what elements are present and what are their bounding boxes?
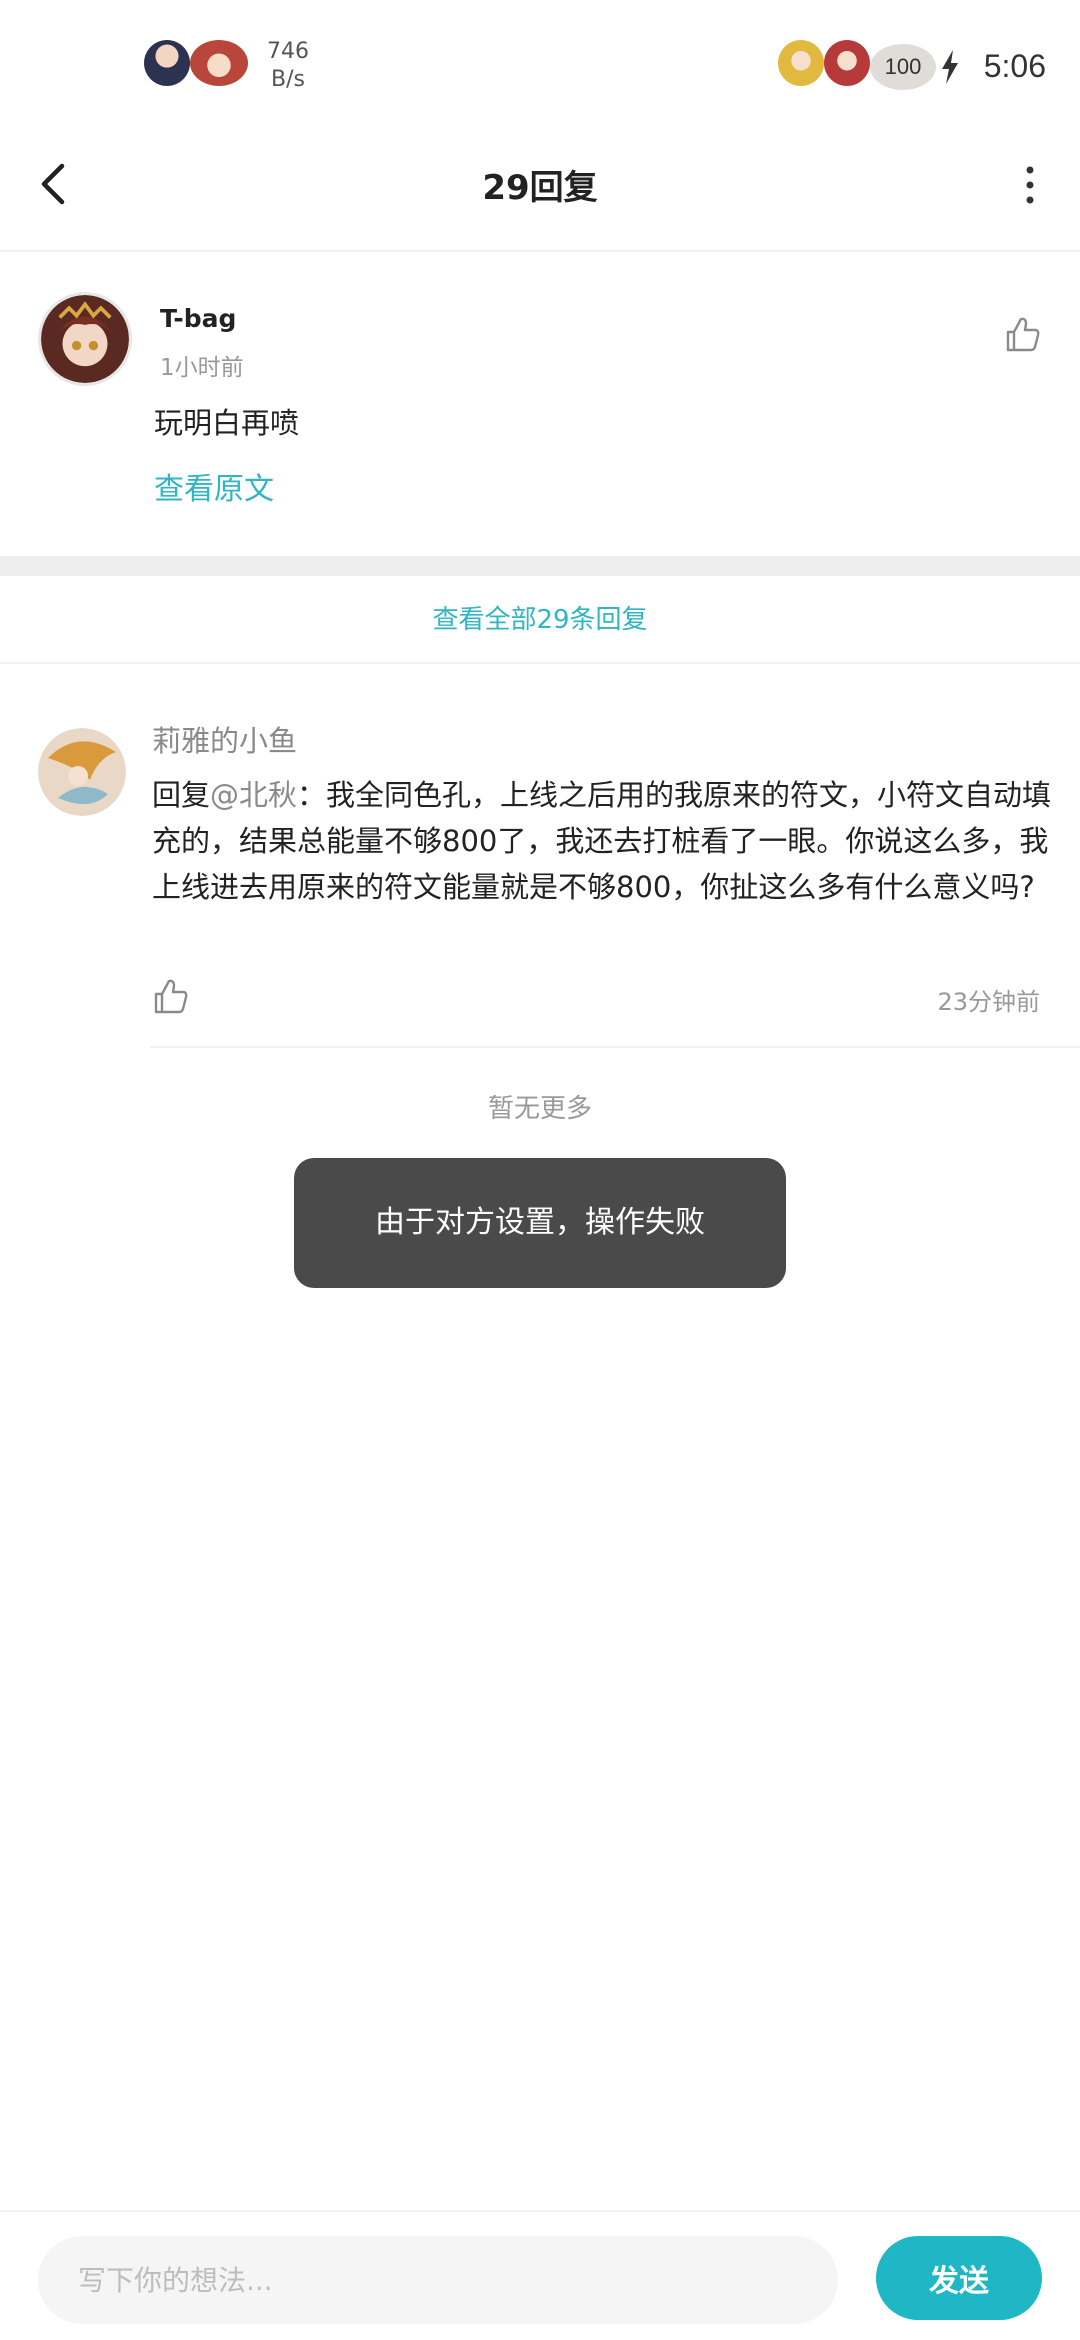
page-title: 29回复 <box>482 168 598 208</box>
status-time: 5:06 <box>983 48 1046 84</box>
status-avatar-icon <box>190 40 248 86</box>
reply-timestamp: 23分钟前 <box>937 988 1040 1016</box>
reply-detail-page: 746 B/s 100 5:06 29回复 T-bag 1小时前 玩明白再喷 查… <box>0 0 1080 2340</box>
view-original-link[interactable]: 查看原文 <box>154 464 274 508</box>
comment-bar: 发送 <box>0 2210 1080 2340</box>
thumbs-up-icon[interactable] <box>150 976 190 1016</box>
comment-text: 玩明白再喷 <box>154 406 300 440</box>
network-speed: 746 B/s <box>258 38 318 94</box>
more-options-icon[interactable] <box>1012 160 1048 210</box>
send-button[interactable]: 发送 <box>876 2236 1042 2320</box>
page-header: 29回复 <box>0 130 1080 252</box>
comment-author-name[interactable]: T-bag <box>160 304 236 333</box>
charging-bolt-icon <box>942 50 958 84</box>
original-comment: T-bag 1小时前 玩明白再喷 查看原文 <box>0 252 1080 556</box>
reply-text: 回复@北秋：我全同色孔，上线之后用的我原来的符文，小符文自动填充的，结果总能量不… <box>152 772 1052 910</box>
avatar[interactable] <box>38 728 126 816</box>
status-avatar-icon <box>778 40 824 86</box>
reply-divider <box>150 1046 1080 1048</box>
status-bar: 746 B/s 100 5:06 <box>0 0 1080 130</box>
status-avatar-icon <box>144 40 190 86</box>
avatar-image <box>38 728 126 816</box>
reply-item: 莉雅的小鱼 回复@北秋：我全同色孔，上线之后用的我原来的符文，小符文自动填充的，… <box>0 664 1080 1048</box>
status-avatar-icon <box>824 40 870 86</box>
reply-prefix: 回复 <box>152 778 211 812</box>
network-speed-unit: B/s <box>271 67 305 92</box>
reply-author-name[interactable]: 莉雅的小鱼 <box>152 718 297 760</box>
view-all-replies-link[interactable]: 查看全部29条回复 <box>0 576 1080 664</box>
toast-message: 由于对方设置，操作失败 <box>294 1158 786 1288</box>
avatar[interactable] <box>38 292 132 386</box>
avatar-image <box>41 295 129 383</box>
comment-timestamp: 1小时前 <box>160 355 244 381</box>
comment-input[interactable] <box>38 2236 838 2324</box>
network-speed-value: 746 <box>267 39 309 64</box>
no-more-label: 暂无更多 <box>487 1094 592 1124</box>
section-divider <box>0 556 1080 576</box>
mention-link[interactable]: @北秋 <box>210 778 297 812</box>
battery-indicator: 100 <box>870 44 936 90</box>
thumbs-up-icon[interactable] <box>1002 314 1042 354</box>
